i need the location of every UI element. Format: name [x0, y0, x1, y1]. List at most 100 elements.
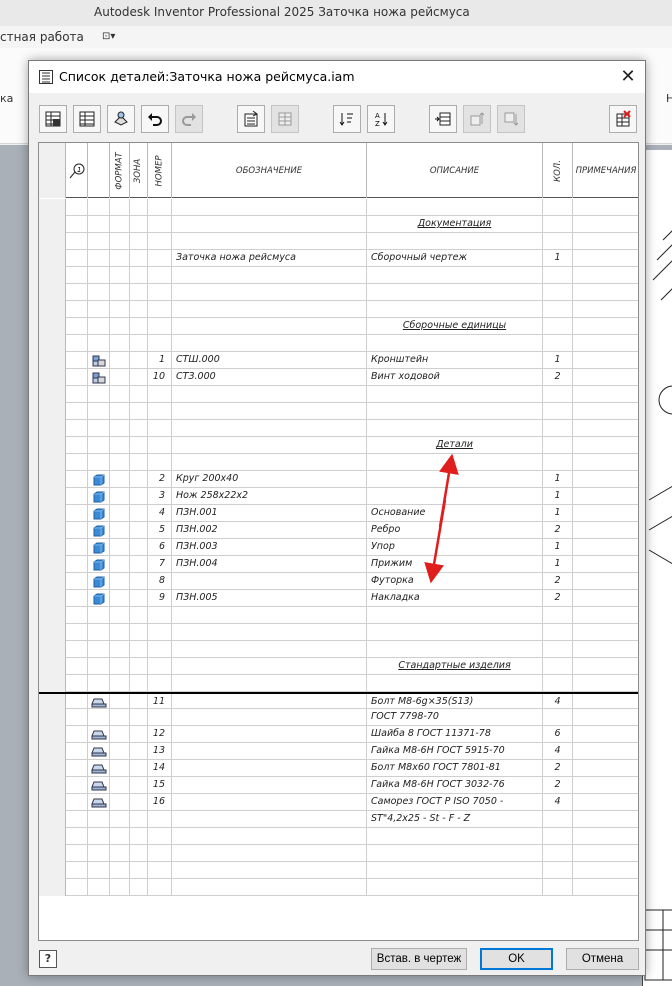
section-row[interactable]: Стандартные изделия — [39, 658, 638, 675]
table-row[interactable] — [39, 624, 638, 641]
row-selector[interactable] — [39, 794, 66, 811]
section-row[interactable]: Сборочные единицы — [39, 318, 638, 335]
table-row[interactable] — [39, 879, 638, 896]
sort-button[interactable] — [333, 105, 361, 133]
cancel-button[interactable]: Отмена — [566, 948, 639, 970]
close-button[interactable]: ✕ — [615, 65, 641, 89]
row-selector[interactable] — [39, 233, 66, 250]
row-selector[interactable] — [39, 590, 66, 607]
table-row[interactable] — [39, 335, 638, 352]
row-selector[interactable] — [39, 675, 66, 692]
table-row[interactable]: 14 Болт М8х60 ГОСТ 7801-81 2 — [39, 760, 638, 777]
table-row[interactable]: 8 Футорка 2 — [39, 573, 638, 590]
filter-settings-button[interactable] — [107, 105, 135, 133]
row-selector[interactable] — [39, 471, 66, 488]
row-selector[interactable] — [39, 845, 66, 862]
row-selector[interactable] — [39, 624, 66, 641]
row-selector[interactable] — [39, 216, 66, 233]
header-description[interactable]: ОПИСАНИЕ — [367, 143, 543, 198]
undo-button[interactable] — [141, 105, 169, 133]
table-row[interactable]: 4 ПЗН.001 Основание 1 — [39, 505, 638, 522]
table-row[interactable] — [39, 641, 638, 658]
table-row[interactable]: 16 Саморез ГОСТ Р ISO 7050 -4 — [39, 794, 638, 811]
ok-button[interactable]: OK — [480, 948, 553, 970]
row-selector[interactable] — [39, 726, 66, 743]
table-row[interactable] — [39, 267, 638, 284]
table-row[interactable] — [39, 454, 638, 471]
row-selector[interactable] — [39, 607, 66, 624]
row-selector[interactable] — [39, 437, 66, 454]
header-flag[interactable] — [88, 143, 110, 198]
table-row[interactable]: 10 СТЗ.000 Винт ходовой 2 — [39, 369, 638, 386]
header-designation[interactable]: ОБОЗНАЧЕНИЕ — [172, 143, 367, 198]
renumber-button[interactable]: AZ — [367, 105, 395, 133]
section-row[interactable]: Документация — [39, 216, 638, 233]
redo-button[interactable] — [175, 105, 203, 133]
row-selector[interactable] — [39, 369, 66, 386]
table-row[interactable]: ГОСТ 7798-70 — [39, 709, 638, 726]
table-row[interactable]: 11 Болт М8-6g×35(S13) 4 — [39, 692, 638, 711]
group-settings-button[interactable] — [73, 105, 101, 133]
table-row[interactable]: 3 Нож 258х22х2 1 — [39, 488, 638, 505]
row-selector[interactable] — [39, 284, 66, 301]
table-row[interactable] — [39, 420, 638, 437]
header-zone[interactable]: ЗОНА — [130, 143, 148, 198]
row-selector[interactable] — [39, 743, 66, 760]
table-row[interactable]: 7 ПЗН.004 Прижим 1 — [39, 556, 638, 573]
delete-row-button[interactable] — [609, 105, 637, 133]
table-row[interactable] — [39, 828, 638, 845]
table-row[interactable] — [39, 845, 638, 862]
insert-into-drawing-button[interactable]: Встав. в чертеж — [371, 948, 467, 970]
table-row[interactable] — [39, 862, 638, 879]
export-button[interactable] — [237, 105, 265, 133]
move-down-button[interactable] — [497, 105, 525, 133]
table-row[interactable] — [39, 284, 638, 301]
table-row[interactable]: 9 ПЗН.005 Накладка 2 — [39, 590, 638, 607]
header-format[interactable]: ФОРМАТ — [110, 143, 130, 198]
header-notes[interactable]: ПРИМЕЧАНИЯ — [573, 143, 638, 198]
ribbon-tab[interactable]: стная работа — [0, 30, 84, 44]
header-number[interactable]: НОМЕР — [148, 143, 172, 198]
insert-row-button[interactable] — [429, 105, 457, 133]
table-row[interactable]: 12 Шайба 8 ГОСТ 11371-78 6 — [39, 726, 638, 743]
table-row[interactable]: 1 СТШ.000 Кронштейн 1 — [39, 352, 638, 369]
row-selector[interactable] — [39, 862, 66, 879]
table-row[interactable] — [39, 233, 638, 250]
row-selector[interactable] — [39, 811, 66, 828]
table-row[interactable]: 15 Гайка М8-6Н ГОСТ 3032-76 2 — [39, 777, 638, 794]
table-row[interactable] — [39, 301, 638, 318]
table-wrap-button[interactable] — [271, 105, 299, 133]
row-selector[interactable] — [39, 318, 66, 335]
row-selector[interactable] — [39, 386, 66, 403]
row-selector[interactable] — [39, 301, 66, 318]
table-row[interactable]: 5 ПЗН.002 Ребро 2 — [39, 522, 638, 539]
table-row[interactable] — [39, 386, 638, 403]
move-up-button[interactable] — [463, 105, 491, 133]
table-row[interactable]: 2 Круг 200х40 1 — [39, 471, 638, 488]
row-selector[interactable] — [39, 352, 66, 369]
row-selector[interactable] — [39, 335, 66, 352]
table-row[interactable]: 13 Гайка М8-6Н ГОСТ 5915-70 4 — [39, 743, 638, 760]
row-selector[interactable] — [39, 828, 66, 845]
table-row[interactable] — [39, 607, 638, 624]
row-selector[interactable] — [39, 709, 66, 726]
section-row[interactable]: Детали — [39, 437, 638, 454]
table-row[interactable] — [39, 403, 638, 420]
table-row[interactable]: 6 ПЗН.003 Упор 1 — [39, 539, 638, 556]
table-row[interactable] — [39, 675, 638, 692]
row-selector[interactable] — [39, 505, 66, 522]
row-selector[interactable] — [39, 403, 66, 420]
help-button[interactable]: ? — [39, 950, 57, 968]
row-selector[interactable] — [39, 539, 66, 556]
row-selector[interactable] — [39, 267, 66, 284]
column-chooser-button[interactable] — [39, 105, 67, 133]
row-selector[interactable] — [39, 777, 66, 794]
table-row[interactable]: Заточка ножа рейсмуса Сборочный чертеж 1 — [39, 250, 638, 267]
row-selector[interactable] — [39, 641, 66, 658]
row-selector[interactable] — [39, 199, 66, 216]
row-selector[interactable] — [39, 522, 66, 539]
row-selector[interactable] — [39, 879, 66, 896]
header-qty[interactable]: КОЛ. — [543, 143, 573, 198]
row-selector[interactable] — [39, 760, 66, 777]
row-selector[interactable] — [39, 420, 66, 437]
